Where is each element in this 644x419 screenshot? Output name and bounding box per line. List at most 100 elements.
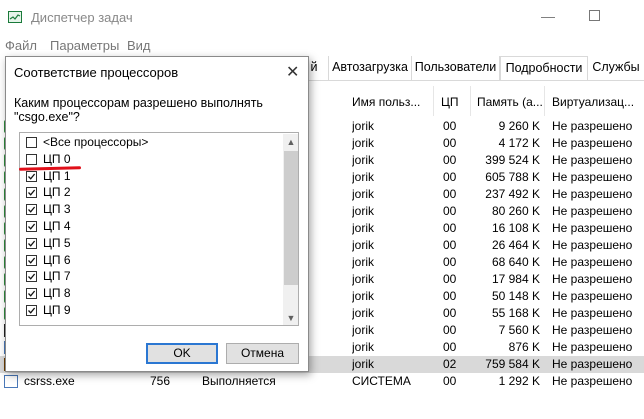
task-manager-icon [8, 11, 22, 23]
cell-user: jorik [352, 255, 375, 269]
cell-user: jorik [352, 204, 375, 218]
processor-label: <Все процессоры> [43, 135, 149, 149]
cell-cpu: 00 [443, 170, 457, 184]
checkbox-unchecked-icon[interactable] [26, 137, 37, 148]
processor-item[interactable]: ЦП 4 [26, 218, 226, 235]
processor-item[interactable]: ЦП 0 [26, 151, 226, 168]
cell-cpu: 00 [443, 187, 457, 201]
processor-item[interactable]: ЦП 8 [26, 285, 226, 302]
cell-cpu: 00 [443, 306, 457, 320]
checkbox-checked-icon[interactable] [26, 170, 37, 182]
processor-item[interactable]: ЦП 6 [26, 252, 226, 269]
scrollbar[interactable]: ▲ ▼ [283, 134, 298, 325]
cell-virtualization: Не разрешено [552, 238, 633, 252]
cell-memory: 17 984 K [491, 272, 540, 286]
tab-services[interactable]: Службы [588, 56, 644, 80]
cell-cpu: 02 [443, 357, 457, 371]
tab-divider [300, 80, 644, 81]
cell-status: Выполняется [202, 374, 276, 388]
cell-virtualization: Не разрешено [552, 221, 633, 235]
column-header-cpu[interactable]: ЦП [437, 86, 471, 116]
close-icon[interactable]: ✕ [286, 62, 299, 82]
cell-user: jorik [352, 187, 375, 201]
processor-item[interactable]: <Все процессоры> [26, 134, 226, 151]
cell-virtualization: Не разрешено [552, 289, 633, 303]
menu-file[interactable]: Файл [5, 38, 37, 53]
processor-item[interactable]: ЦП 7 [26, 268, 226, 285]
cell-cpu: 00 [443, 272, 457, 286]
tab-users[interactable]: Пользователи [412, 56, 500, 80]
cell-cpu: 00 [443, 136, 457, 150]
processor-item[interactable]: ЦП 2 [26, 184, 226, 201]
checkbox-checked-icon[interactable] [26, 254, 37, 266]
processor-list: <Все процессоры> ЦП 0 ЦП 1 ЦП 2 ЦП 3 ЦП 4 ЦП 5… [19, 132, 299, 326]
cell-user: jorik [352, 306, 375, 320]
tab-details[interactable]: Подробности [500, 56, 588, 80]
cell-name: csrss.exe [24, 374, 75, 388]
processor-label: ЦП 5 [43, 235, 71, 250]
processor-item[interactable]: ЦП 9 [26, 302, 226, 319]
minimize-button[interactable]: — [541, 8, 555, 24]
cell-virtualization: Не разрешено [552, 340, 633, 354]
scroll-up-icon[interactable]: ▲ [283, 134, 298, 150]
cell-cpu: 00 [443, 238, 457, 252]
ok-button[interactable]: OK [146, 343, 218, 364]
cell-cpu: 00 [443, 340, 457, 354]
cell-virtualization: Не разрешено [552, 306, 633, 320]
checkbox-checked-icon[interactable] [26, 204, 37, 216]
cell-memory: 9 260 K [498, 119, 540, 133]
checkbox-checked-icon[interactable] [26, 305, 37, 316]
processor-item[interactable]: ЦП 5 [26, 235, 226, 252]
cell-memory: 55 168 K [491, 306, 540, 320]
column-header-virtualization[interactable]: Виртуализац... [548, 86, 644, 116]
cell-user: jorik [352, 119, 375, 133]
cell-cpu: 00 [443, 374, 457, 388]
cell-user: jorik [352, 272, 375, 286]
cancel-button[interactable]: Отмена [226, 343, 299, 364]
menu-bar: Файл Параметры Вид [0, 34, 644, 56]
menu-view[interactable]: Вид [127, 38, 151, 53]
title-bar: Диспетчер задач — [0, 0, 644, 34]
checkbox-unchecked-icon[interactable] [26, 153, 37, 165]
cell-user: jorik [352, 238, 375, 252]
checkbox-checked-icon[interactable] [26, 237, 37, 249]
cell-cpu: 00 [443, 289, 457, 303]
scroll-thumb[interactable] [284, 151, 298, 285]
menu-options[interactable]: Параметры [50, 38, 119, 53]
cell-user: jorik [352, 170, 375, 184]
checkbox-checked-icon[interactable] [26, 187, 37, 199]
maximize-button[interactable] [589, 10, 600, 21]
processor-label: ЦП 2 [43, 185, 71, 200]
cell-virtualization: Не разрешено [552, 323, 633, 337]
cell-memory: 50 148 K [491, 289, 540, 303]
cell-virtualization: Не разрешено [552, 255, 633, 269]
cell-virtualization: Не разрешено [552, 136, 633, 150]
checkbox-checked-icon[interactable] [26, 288, 37, 300]
cell-virtualization: Не разрешено [552, 119, 633, 133]
cell-user: jorik [352, 153, 375, 167]
processor-label: ЦП 1 [43, 168, 71, 183]
cell-user: СИСТЕМА [352, 374, 411, 388]
scroll-down-icon[interactable]: ▼ [283, 310, 298, 325]
cell-memory: 7 560 K [498, 323, 540, 337]
cell-memory: 237 492 K [485, 187, 540, 201]
processor-item[interactable]: ЦП 3 [26, 201, 226, 218]
cell-memory: 759 584 K [485, 357, 540, 371]
processor-label: ЦП 6 [43, 252, 71, 267]
cell-memory: 399 524 K [485, 153, 540, 167]
tab-startup[interactable]: Автозагрузка [329, 56, 412, 80]
cell-memory: 1 292 K [498, 374, 540, 388]
cell-virtualization: Не разрешено [552, 187, 633, 201]
column-header-user[interactable]: Имя польз... [348, 86, 434, 116]
cell-memory: 876 K [508, 340, 540, 354]
cell-user: jorik [352, 357, 375, 371]
processor-label: ЦП 7 [43, 269, 71, 284]
processor-item[interactable]: ЦП 1 [26, 168, 226, 185]
checkbox-checked-icon[interactable] [26, 221, 37, 232]
process-icon [4, 375, 18, 388]
table-row[interactable]: csrss.exe 756 Выполняется СИСТЕМА 00 1 292 K Н… [0, 373, 644, 390]
checkbox-checked-icon[interactable] [26, 271, 37, 283]
cell-user: jorik [352, 221, 375, 235]
column-header-memory[interactable]: Память (а... [473, 86, 545, 116]
cell-cpu: 00 [443, 204, 457, 218]
